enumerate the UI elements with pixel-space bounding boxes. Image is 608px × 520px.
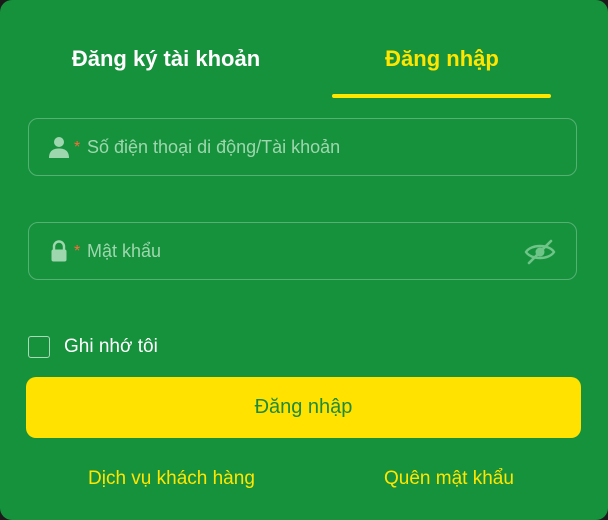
customer-service-link[interactable]: Dịch vụ khách hàng — [88, 466, 255, 492]
login-button[interactable]: Đăng nhập — [26, 377, 581, 438]
user-icon — [47, 135, 71, 159]
eye-slash-icon[interactable] — [524, 238, 556, 266]
tab-register[interactable]: Đăng ký tài khoản — [46, 46, 286, 86]
remember-checkbox[interactable] — [28, 336, 50, 358]
phone-input[interactable] — [87, 127, 527, 167]
password-field[interactable]: * — [28, 222, 577, 280]
required-marker: * — [74, 139, 81, 156]
required-marker: * — [74, 243, 81, 260]
tab-login[interactable]: Đăng nhập — [332, 46, 552, 86]
password-input[interactable] — [87, 231, 527, 271]
phone-field[interactable]: * — [28, 118, 577, 176]
lock-icon — [47, 239, 71, 263]
forgot-password-link[interactable]: Quên mật khẩu — [384, 466, 514, 492]
login-panel: Đăng ký tài khoản Đăng nhập * * — [0, 0, 608, 520]
auth-tabs: Đăng ký tài khoản Đăng nhập — [0, 0, 608, 100]
remember-label: Ghi nhớ tôi — [64, 336, 158, 357]
active-tab-indicator — [332, 94, 551, 98]
